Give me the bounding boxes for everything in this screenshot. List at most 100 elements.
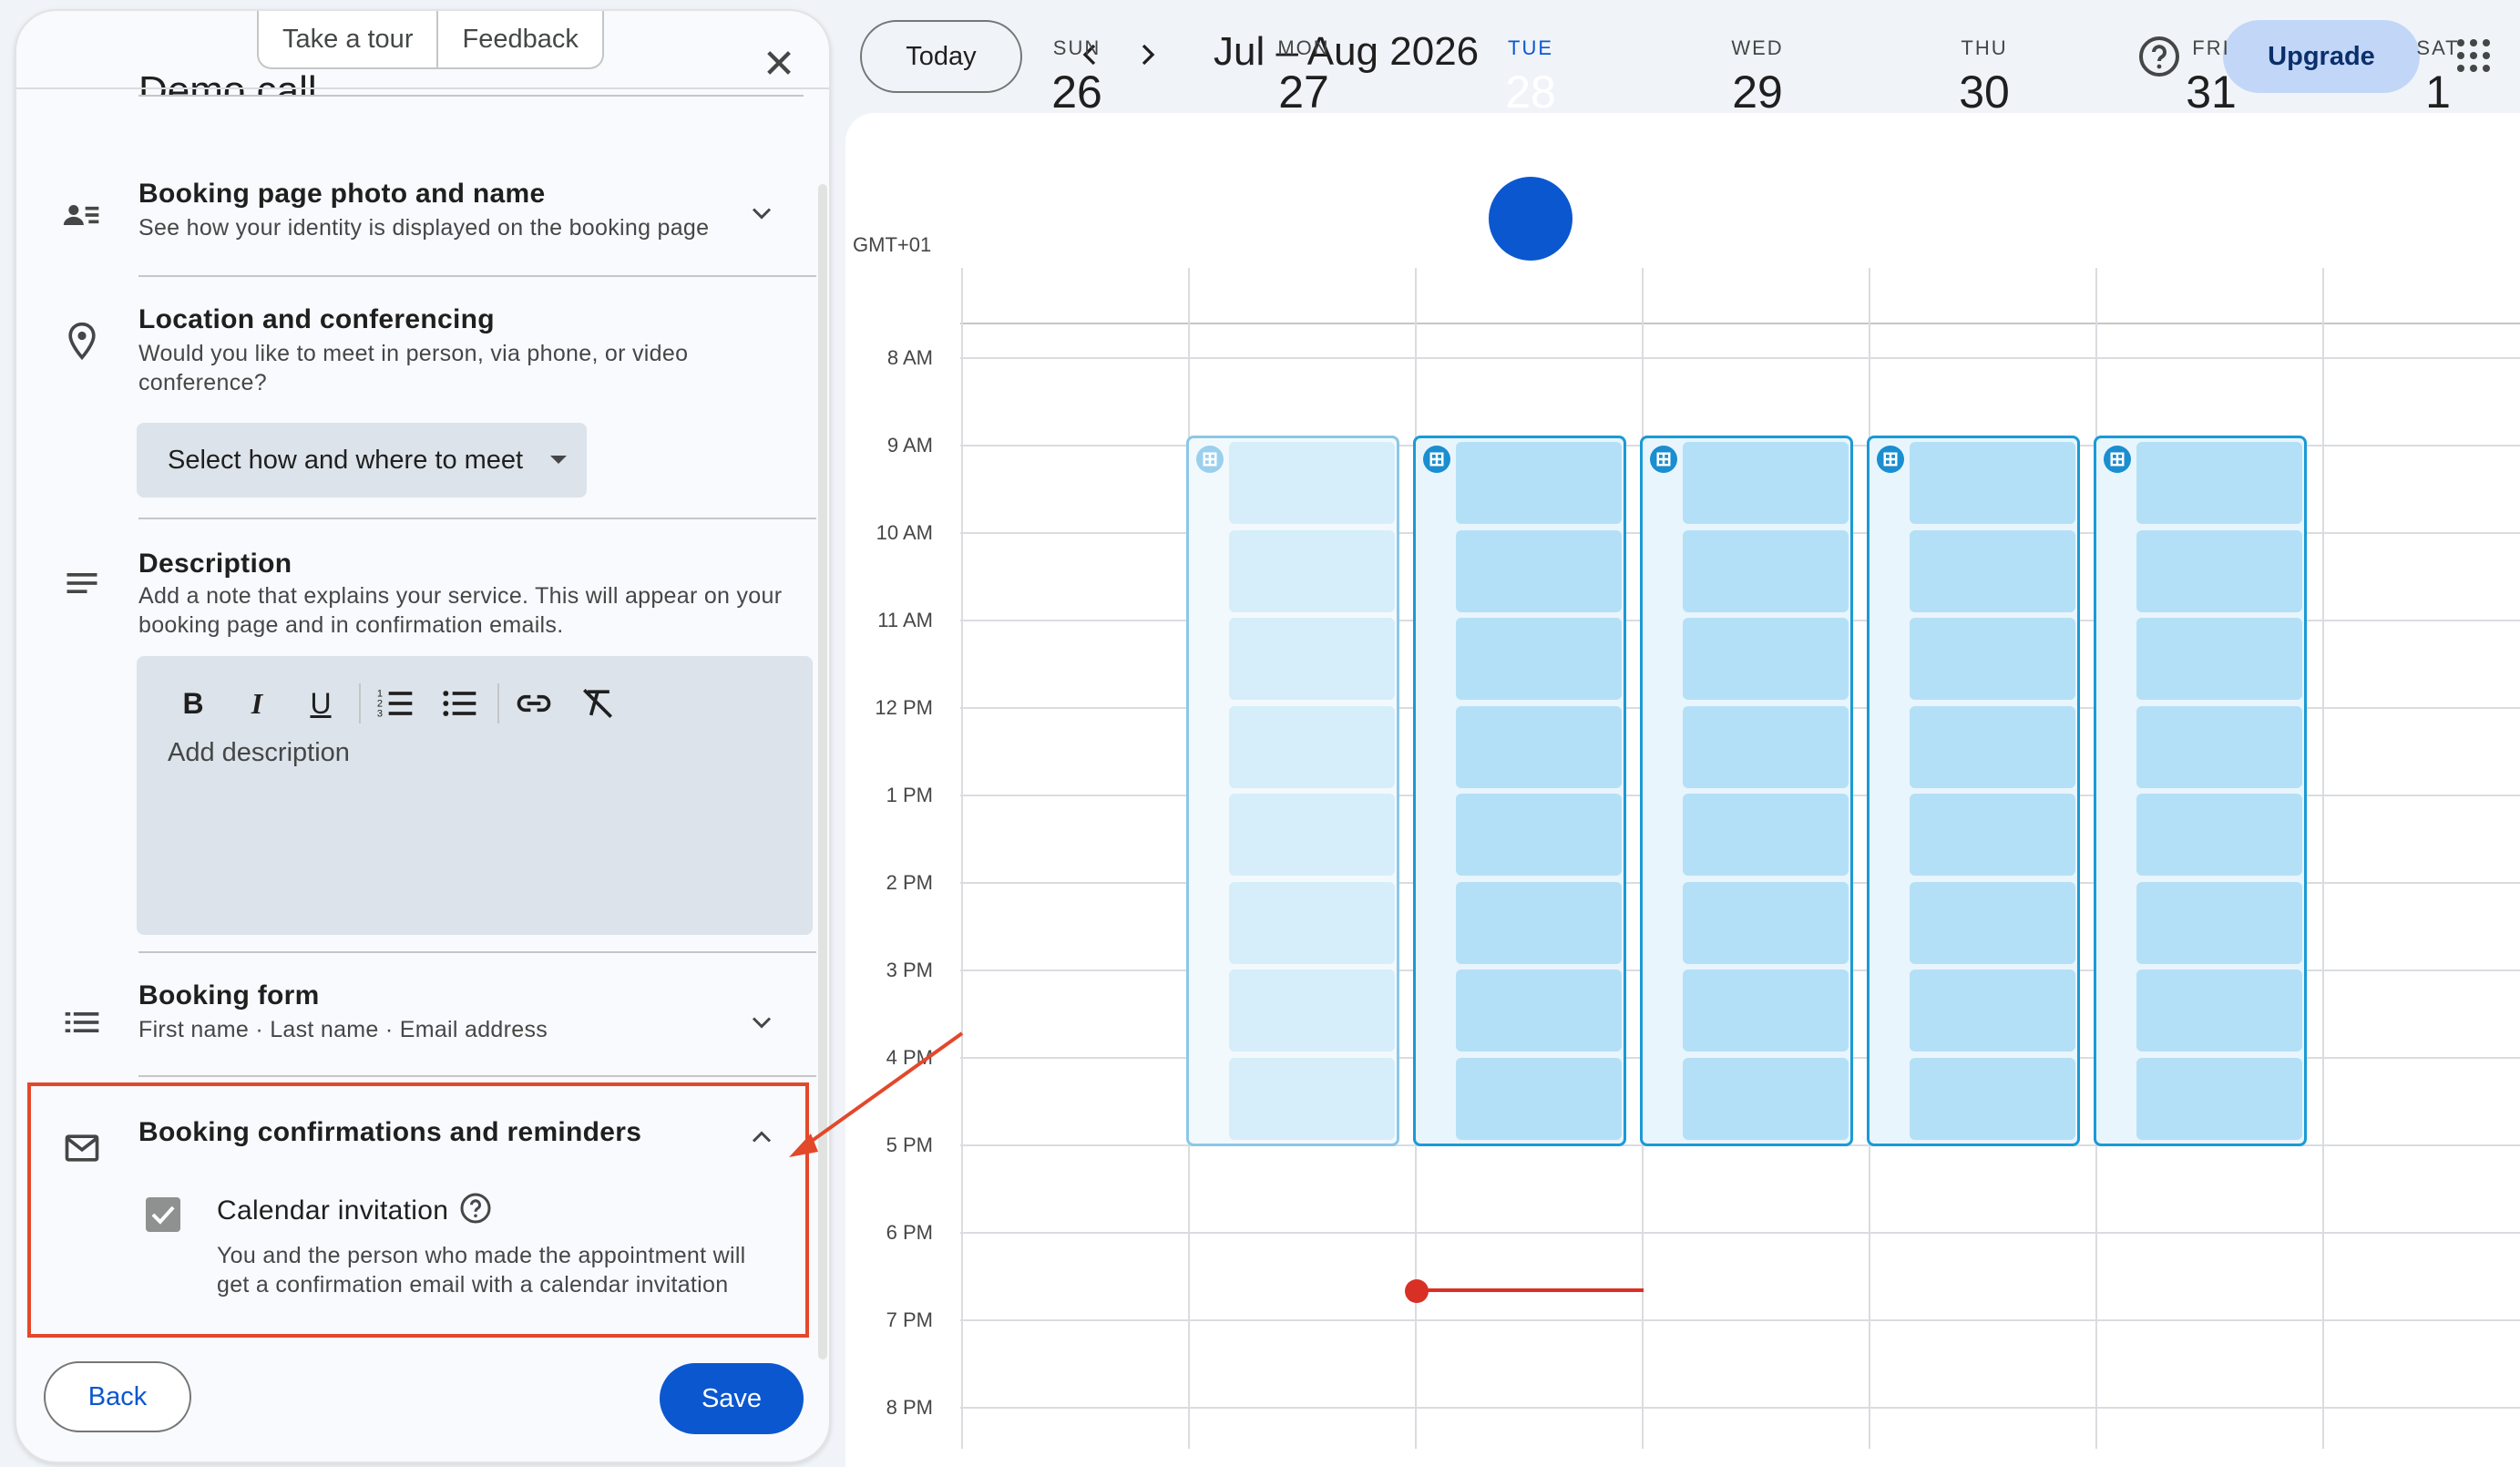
appointment-slot[interactable]	[2136, 1057, 2302, 1140]
day-number[interactable]: 29	[1703, 66, 1812, 118]
appointment-slot[interactable]	[2136, 618, 2302, 700]
appointment-slot[interactable]	[1683, 881, 1849, 964]
meeting-location-select[interactable]: Select how and where to meet	[137, 423, 587, 498]
day-of-week-label: THU	[1961, 36, 2008, 59]
link-icon[interactable]	[514, 683, 554, 723]
hour-label: 7 PM	[886, 1308, 933, 1331]
appointment-slot[interactable]	[1456, 969, 1622, 1052]
appointment-slot[interactable]	[1683, 618, 1849, 700]
appointment-slot[interactable]	[1683, 442, 1849, 524]
description-placeholder: Add description	[168, 738, 350, 767]
clear-format-icon[interactable]	[578, 683, 618, 723]
day-of-week-label: FRI	[2192, 36, 2230, 59]
appointment-slot[interactable]	[2136, 442, 2302, 524]
hour-label: 12 PM	[875, 696, 933, 719]
appointment-slot[interactable]	[1683, 529, 1849, 612]
appointment-slot[interactable]	[1683, 1057, 1849, 1140]
appointment-slot[interactable]	[1456, 1057, 1622, 1140]
today-button[interactable]: Today	[860, 20, 1022, 93]
take-tour-button[interactable]: Take a tour	[259, 11, 436, 67]
day-number[interactable]: 27	[1249, 66, 1358, 118]
availability-block[interactable]	[2094, 436, 2307, 1146]
bold-icon[interactable]: B	[173, 683, 213, 723]
dropdown-caret-icon	[550, 456, 567, 464]
appointment-slot[interactable]	[1456, 794, 1622, 876]
back-button[interactable]: Back	[44, 1361, 191, 1432]
booking-page-icon	[1877, 446, 1904, 473]
today-indicator	[1489, 177, 1572, 261]
underline-icon[interactable]: U	[301, 683, 341, 723]
appointment-slot[interactable]	[1456, 442, 1622, 524]
chevron-down-icon[interactable]	[745, 197, 778, 230]
hour-label: 4 PM	[886, 1046, 933, 1069]
booking-form-section-subtitle: First name · Last name · Email address	[138, 1017, 548, 1042]
appointment-slot[interactable]	[1229, 529, 1395, 612]
appointment-slot[interactable]	[1910, 881, 2075, 964]
day-number[interactable]: 31	[2156, 66, 2266, 118]
day-number[interactable]: 30	[1930, 66, 2039, 118]
appointment-slot[interactable]	[1229, 969, 1395, 1052]
hour-line	[960, 1319, 2520, 1321]
appointment-slot[interactable]	[1229, 881, 1395, 964]
person-list-icon	[63, 205, 99, 225]
appointment-slot[interactable]	[2136, 969, 2302, 1052]
appointment-slot[interactable]	[2136, 529, 2302, 612]
numbered-list-icon[interactable]: 123	[375, 683, 415, 723]
photo-section-title: Booking page photo and name	[138, 179, 546, 209]
appointment-slot[interactable]	[1910, 794, 2075, 876]
appointment-slot[interactable]	[1910, 705, 2075, 788]
day-number[interactable]: 1	[2383, 66, 2493, 118]
notes-icon	[67, 573, 97, 593]
appointment-slot[interactable]	[1910, 529, 2075, 612]
appointment-slot[interactable]	[2136, 705, 2302, 788]
appointment-slot[interactable]	[1456, 881, 1622, 964]
svg-text:3: 3	[377, 709, 383, 720]
appointment-slot[interactable]	[1229, 794, 1395, 876]
current-time-line	[1416, 1288, 1644, 1292]
availability-block[interactable]	[1640, 436, 1853, 1146]
save-button[interactable]: Save	[660, 1363, 804, 1434]
appointment-slot[interactable]	[1456, 618, 1622, 700]
italic-icon[interactable]: I	[237, 683, 277, 723]
day-number[interactable]: 26	[1022, 66, 1132, 118]
day-of-week-label: SAT	[2416, 36, 2460, 59]
description-editor[interactable]: B I U 123 Add description	[137, 656, 813, 935]
panel-scrollbar[interactable]	[818, 184, 827, 1359]
tour-feedback-bar: Take a tour Feedback	[257, 11, 604, 69]
appointment-slot[interactable]	[1910, 969, 2075, 1052]
appointment-slot[interactable]	[1910, 618, 2075, 700]
day-of-week-label: WED	[1731, 36, 1784, 59]
appointment-slot[interactable]	[1683, 794, 1849, 876]
location-section-subtitle-2: conference?	[138, 370, 267, 395]
appointment-slot[interactable]	[1910, 1057, 2075, 1140]
feedback-button[interactable]: Feedback	[436, 11, 601, 67]
appointment-slot[interactable]	[1229, 1057, 1395, 1140]
availability-block[interactable]	[1867, 436, 2080, 1146]
close-icon[interactable]: ✕	[756, 42, 802, 87]
bulleted-list-icon[interactable]	[439, 683, 479, 723]
toolbar-separator	[359, 683, 361, 723]
appointment-slot[interactable]	[1229, 442, 1395, 524]
appointment-slot[interactable]	[2136, 794, 2302, 876]
appointment-slot[interactable]	[2136, 881, 2302, 964]
appointment-slot[interactable]	[1229, 618, 1395, 700]
hour-label: 3 PM	[886, 959, 933, 981]
availability-block[interactable]	[1186, 436, 1399, 1146]
availability-block[interactable]	[1413, 436, 1626, 1146]
appointment-slot[interactable]	[1683, 969, 1849, 1052]
appointment-slot[interactable]	[1910, 442, 2075, 524]
booking-settings-panel: Demo call Take a tour Feedback ✕ Booking…	[15, 9, 831, 1463]
description-section-title: Description	[138, 549, 292, 579]
chevron-down-icon[interactable]	[745, 1006, 778, 1039]
chevron-right-icon[interactable]	[1130, 36, 1166, 73]
appointment-slot[interactable]	[1683, 705, 1849, 788]
appointment-slot[interactable]	[1229, 705, 1395, 788]
appointment-slot[interactable]	[1456, 529, 1622, 612]
day-number-today[interactable]: 28	[1476, 66, 1585, 118]
hour-line	[960, 1232, 2520, 1234]
hour-label: 5 PM	[886, 1134, 933, 1156]
location-section-subtitle: Would you like to meet in person, via ph…	[138, 341, 689, 366]
header-divider	[960, 323, 2520, 324]
meeting-location-select-label: Select how and where to meet	[168, 446, 524, 475]
appointment-slot[interactable]	[1456, 705, 1622, 788]
